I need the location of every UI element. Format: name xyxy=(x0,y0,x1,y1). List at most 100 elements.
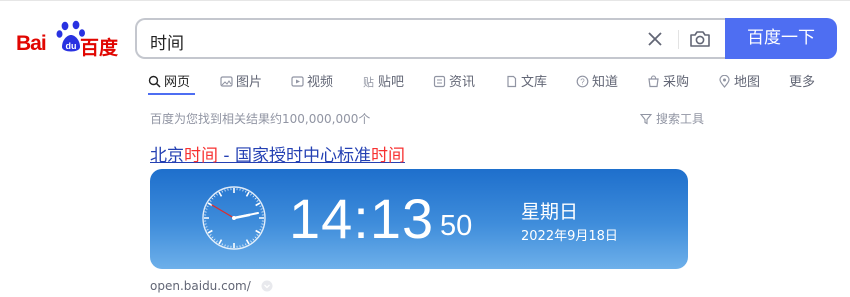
map-icon xyxy=(719,75,730,88)
shop-icon xyxy=(648,75,659,88)
clock-tick xyxy=(245,190,247,193)
doc-icon xyxy=(507,75,517,88)
tab-label: 知道 xyxy=(592,75,619,90)
tieba-icon: 贴 xyxy=(363,75,374,88)
clock-tick xyxy=(242,189,244,192)
clock-tick xyxy=(221,243,223,246)
tab-caigou[interactable]: 采购 xyxy=(647,71,689,91)
tab-label: 地图 xyxy=(734,75,761,90)
image-icon xyxy=(220,76,233,87)
tab-tieba[interactable]: 贴贴吧 xyxy=(362,71,404,91)
clock-tick xyxy=(255,202,261,207)
tab-more[interactable]: 更多 xyxy=(789,71,815,91)
search-box[interactable]: 时间 xyxy=(135,18,727,59)
clock-tick xyxy=(254,197,257,200)
search-input[interactable]: 时间 xyxy=(150,29,184,54)
clock-tick xyxy=(224,244,226,247)
clock-tick xyxy=(221,190,223,193)
camera-icon[interactable] xyxy=(689,29,711,49)
tab-label: 更多 xyxy=(789,75,816,90)
clock-tick xyxy=(252,238,255,241)
clock-tick xyxy=(206,205,209,207)
digital-time: 14:13 xyxy=(289,187,435,250)
clock-tick xyxy=(209,234,212,236)
video-icon xyxy=(291,76,304,87)
clock-tick xyxy=(259,229,262,231)
digital-seconds: 50 xyxy=(440,210,473,242)
clock-tick xyxy=(213,195,216,198)
clock-tick xyxy=(259,205,262,207)
clock-tick xyxy=(211,236,214,239)
logo-text-baidu: 百度 xyxy=(80,37,119,59)
clock-tick xyxy=(254,236,257,239)
clock-tick xyxy=(245,191,250,197)
search-tools-label: 搜索工具 xyxy=(656,112,705,126)
search-divider xyxy=(678,30,679,49)
result-count: 百度为您找到相关结果约100,000,000个 xyxy=(150,112,371,126)
clock-tick xyxy=(218,239,223,245)
tab-label: 贴吧 xyxy=(378,75,405,90)
clock-tick xyxy=(260,226,263,228)
clock-tick xyxy=(218,191,223,197)
clock-tick xyxy=(211,197,214,200)
analog-clock-icon xyxy=(202,186,266,250)
title-highlight: 时间 xyxy=(370,146,405,166)
tab-label: 图片 xyxy=(236,75,263,90)
top-divider xyxy=(0,0,850,1)
logo-paw-text: du xyxy=(66,41,77,51)
svg-text:贴: 贴 xyxy=(363,75,374,88)
clock-tick xyxy=(256,234,259,236)
active-tab-indicator xyxy=(148,93,195,95)
clock-tick xyxy=(216,193,218,196)
weekday-label: 星期日 xyxy=(521,201,579,223)
clock-card: 14:13 50 星期日 2022年9月18日 xyxy=(150,169,688,269)
tab-zhidao[interactable]: ? 知道 xyxy=(576,71,618,91)
tab-label: 采购 xyxy=(663,75,690,90)
search-icon xyxy=(148,75,161,88)
tab-wenku[interactable]: 文库 xyxy=(505,71,547,91)
search-button[interactable]: 百度一下 xyxy=(725,18,837,59)
svg-text:?: ? xyxy=(580,78,585,87)
baidu-logo[interactable]: Bai du 百度 xyxy=(14,20,120,60)
clock-tick xyxy=(245,239,250,245)
title-part: 北京 xyxy=(150,146,184,166)
search-tools-button[interactable]: 搜索工具 xyxy=(640,110,704,127)
chevron-down-icon[interactable] xyxy=(261,280,273,292)
clock-tick xyxy=(242,244,244,247)
title-highlight: 时间 xyxy=(184,146,218,166)
clock-tick xyxy=(250,193,252,196)
result-title-link[interactable]: 北京时间 - 国家授时中心标准时间 xyxy=(150,141,405,166)
clock-tick xyxy=(245,243,247,246)
close-icon[interactable] xyxy=(646,30,664,48)
clock-tick xyxy=(250,240,252,243)
tab-video[interactable]: 视频 xyxy=(291,71,333,91)
filter-icon xyxy=(640,113,652,125)
clock-tick xyxy=(209,200,212,202)
tab-web[interactable]: 网页 xyxy=(148,71,190,91)
clock-tick xyxy=(206,229,209,231)
clock-tick xyxy=(256,200,259,202)
clock-tick xyxy=(213,238,216,241)
clock-tick xyxy=(260,208,263,210)
result-url[interactable]: open.baidu.com/ xyxy=(150,279,273,293)
title-part: - 国家授时中心标准 xyxy=(218,146,371,166)
tab-label: 资讯 xyxy=(449,75,476,90)
clock-tick xyxy=(224,189,226,192)
tab-news[interactable]: 资讯 xyxy=(433,71,475,91)
result-url-text: open.baidu.com/ xyxy=(150,279,251,293)
question-icon: ? xyxy=(576,75,589,88)
date-label: 2022年9月18日 xyxy=(521,229,618,244)
clock-tick xyxy=(205,226,208,228)
tab-label: 文库 xyxy=(521,75,548,90)
tab-images[interactable]: 图片 xyxy=(220,71,262,91)
tab-label: 视频 xyxy=(307,75,334,90)
clock-tick xyxy=(207,229,213,234)
tab-label: 网页 xyxy=(164,75,191,90)
logo-text-bai: Bai xyxy=(16,32,47,55)
news-icon xyxy=(433,75,446,88)
clock-tick xyxy=(216,240,218,243)
clock-tick xyxy=(252,195,255,198)
clock-tick xyxy=(255,229,261,234)
tab-map[interactable]: 地图 xyxy=(718,71,760,91)
clock-tick xyxy=(205,208,208,210)
